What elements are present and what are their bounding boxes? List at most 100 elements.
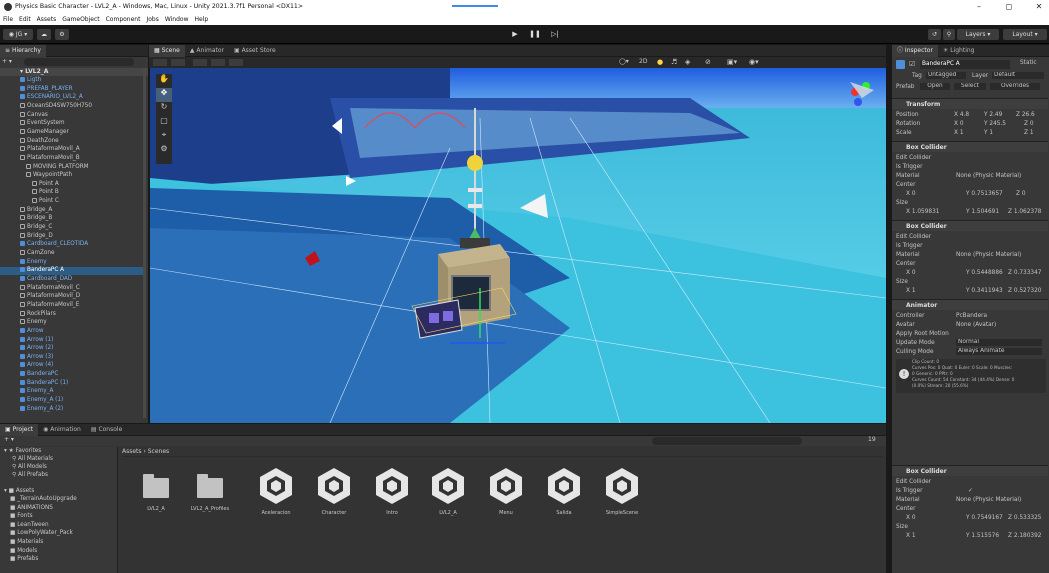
rect-tool-icon[interactable]: ⌖ [156, 130, 172, 144]
prefab-open-button[interactable]: Open [920, 83, 950, 90]
asset-scene[interactable]: Menu [486, 466, 526, 516]
prefab-overrides-button[interactable]: Overrides [990, 83, 1040, 90]
add-icon[interactable]: + ▾ [2, 58, 12, 65]
project-folder-item[interactable]: ■ Prefabs [10, 555, 38, 563]
asset-scene[interactable]: LVL2_A [428, 466, 468, 516]
menu-file[interactable]: File [3, 16, 13, 23]
collab-icon[interactable]: ⚙ [55, 29, 69, 40]
menu-assets[interactable]: Assets [37, 16, 57, 23]
scene-view[interactable]: ✋ ✥ ↻ ▢ ⌖ ⚙ [150, 68, 886, 423]
bc2-center-y[interactable]: 0.5448886 [971, 270, 1002, 276]
layout-dropdown[interactable]: Layout ▾ [1003, 29, 1047, 40]
box-collider-1-header[interactable]: Box Collider [892, 141, 1048, 152]
menu-gameobject[interactable]: GameObject [62, 16, 99, 23]
hierarchy-item[interactable]: Enemy_A (2) [0, 405, 143, 414]
hierarchy-item[interactable]: PlataformaMovil_A [0, 146, 143, 154]
bc2-size-y[interactable]: 0.3411943 [971, 288, 1002, 294]
position-y[interactable]: 2.49 [989, 112, 1002, 118]
hierarchy-item[interactable]: BanderaPC [0, 371, 143, 379]
project-folder-item[interactable]: ■ _TerrainAutoUpgrade [10, 495, 77, 503]
menu-jobs[interactable]: Jobs [146, 16, 158, 23]
project-search-input[interactable] [652, 437, 802, 445]
hierarchy-item[interactable]: ESCENARIO_LVL2_A [0, 94, 143, 102]
history-icon[interactable]: ↺ [928, 29, 941, 40]
tab-console[interactable]: ▤ Console [86, 424, 127, 436]
bc1-size-x[interactable]: 1.059831 [912, 209, 940, 215]
project-folder-item[interactable]: ■ ANIMATIONS [10, 504, 53, 512]
asset-folder[interactable]: LVL2_A [136, 466, 176, 512]
move-tool-icon[interactable]: ✥ [156, 88, 172, 102]
shading-mode-icon[interactable]: ◯▾ [619, 58, 633, 67]
favorites-row[interactable]: ▾ ★ Favorites [4, 447, 41, 455]
avatar-field[interactable]: None (Avatar) [956, 321, 996, 330]
hierarchy-item[interactable]: PREFAB_PLAYER [0, 85, 143, 94]
transform-header[interactable]: Transform [892, 98, 1048, 109]
hierarchy-item[interactable]: EventSystem [0, 120, 143, 128]
hierarchy-item[interactable]: BanderaPC (1) [0, 379, 143, 388]
bc1-center-y[interactable]: 0.7513657 [971, 191, 1002, 197]
position-z[interactable]: 26.6 [1022, 112, 1035, 118]
hidden-objects-icon[interactable]: ⊘ [705, 58, 719, 67]
hierarchy-item[interactable]: Arrow (3) [0, 353, 143, 362]
favorite-item[interactable]: ⚲ All Materials [12, 455, 53, 463]
tab-asset-store[interactable]: ▣ Asset Store [229, 45, 281, 57]
play-icon[interactable]: ▶ [505, 29, 525, 40]
update-mode-dropdown[interactable]: Normal [956, 339, 1042, 346]
bc3-size-z[interactable]: 2.180392 [1014, 533, 1042, 539]
hierarchy-item[interactable]: Arrow (1) [0, 336, 143, 345]
bc1-center-x[interactable]: 0 [912, 191, 916, 197]
hierarchy-item[interactable]: Cardboard_CLEOTIDA [0, 241, 143, 249]
project-folder-item[interactable]: ■ Models [10, 547, 37, 555]
tab-project[interactable]: ▣ Project [0, 423, 39, 436]
object-name-field[interactable]: BanderaPC A [920, 60, 1010, 69]
bc1-material-field[interactable]: None (Physic Material) [956, 172, 1021, 181]
bc3-center-y[interactable]: 0.7549167 [971, 515, 1002, 521]
hierarchy-item[interactable]: Canvas [0, 111, 143, 120]
hierarchy-item[interactable]: Cardboard_DAD [0, 275, 143, 284]
scale-y[interactable]: 1 [989, 130, 993, 136]
bc3-trigger-checkbox[interactable]: ✓ [968, 487, 973, 496]
hierarchy-item[interactable]: Point C [0, 198, 143, 206]
hierarchy-item[interactable]: BanderaPC A [0, 267, 143, 275]
hierarchy-item[interactable]: Arrow (4) [0, 362, 143, 370]
bc3-size-x[interactable]: 1 [912, 533, 916, 539]
bc1-size-z[interactable]: 1.062378 [1014, 209, 1042, 215]
asset-folder[interactable]: LVL2_A_Profiles [190, 466, 230, 512]
project-add-icon[interactable]: + ▾ [4, 436, 14, 443]
tab-animation[interactable]: ◉ Animation [38, 424, 86, 436]
position-x[interactable]: 4.8 [960, 112, 969, 118]
hierarchy-item[interactable]: Bridge_D [0, 232, 143, 241]
search-icon[interactable]: ⚲ [943, 29, 955, 40]
assets-row[interactable]: ▾ ■ Assets [4, 487, 34, 495]
hierarchy-item[interactable]: DeathZone [0, 137, 143, 146]
hierarchy-item[interactable]: PlataformaMovil_D [0, 293, 143, 301]
menu-window[interactable]: Window [165, 16, 189, 23]
incremental-snap-icon[interactable] [229, 59, 243, 66]
tab-lighting[interactable]: ☀ Lighting [938, 45, 980, 57]
hierarchy-item[interactable]: Enemy_A (1) [0, 397, 143, 405]
cloud-icon[interactable]: ☁ [37, 29, 51, 40]
camera-settings-icon[interactable]: ▣▾ [727, 58, 741, 67]
tab-animator[interactable]: ▲ Animator [185, 45, 229, 57]
hierarchy-item[interactable]: Ligth [0, 77, 143, 85]
bc3-center-x[interactable]: 0 [912, 515, 916, 521]
bc1-center-z[interactable]: 0 [1022, 191, 1026, 197]
audio-toggle-icon[interactable]: ♬ [671, 58, 681, 67]
scene-root-row[interactable]: ▾ LVL2_A [0, 68, 148, 76]
asset-scene[interactable]: Salida [544, 466, 584, 516]
asset-scene[interactable]: Aceleracion [256, 466, 296, 516]
pause-icon[interactable]: ❚❚ [525, 29, 545, 40]
hierarchy-item[interactable]: Arrow [0, 327, 143, 336]
bc2-center-z[interactable]: 0.733347 [1014, 270, 1042, 276]
step-icon[interactable]: ▷| [545, 29, 565, 40]
hierarchy-search-input[interactable] [24, 58, 134, 66]
menu-edit[interactable]: Edit [19, 16, 31, 23]
project-folder-item[interactable]: ■ Fonts [10, 512, 33, 520]
bc3-material-field[interactable]: None (Physic Material) [956, 496, 1021, 505]
hierarchy-item[interactable]: GameManager [0, 128, 143, 137]
grid-snap-icon[interactable] [193, 59, 207, 66]
favorite-item[interactable]: ⚲ All Models [12, 463, 47, 471]
2d-toggle[interactable]: 2D [639, 58, 653, 67]
active-checkbox[interactable]: ☑ [909, 60, 915, 69]
asset-scene[interactable]: Intro [372, 466, 412, 516]
